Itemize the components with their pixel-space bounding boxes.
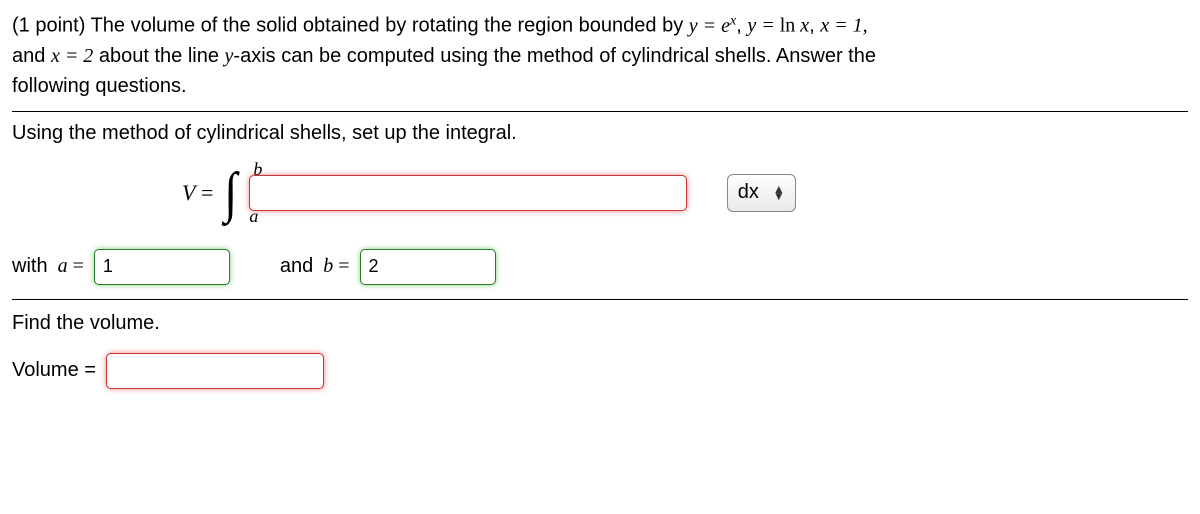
chevron-updown-icon: ▲▼ bbox=[773, 186, 785, 199]
points-label: (1 point) bbox=[12, 15, 85, 37]
divider-2 bbox=[12, 299, 1188, 300]
integral-row: V = ∫ b a dx ▲▼ bbox=[12, 165, 1188, 221]
part1-instruction: Using the method of cylindrical shells, … bbox=[12, 122, 1188, 145]
part2-instruction: Find the volume. bbox=[12, 312, 1188, 335]
divider bbox=[12, 111, 1188, 112]
volume-label: Volume = bbox=[12, 359, 96, 382]
b-input[interactable] bbox=[360, 249, 496, 285]
integrand-input[interactable] bbox=[249, 175, 687, 211]
volume-input[interactable] bbox=[106, 353, 324, 389]
differential-select[interactable]: dx ▲▼ bbox=[727, 174, 796, 212]
a-input[interactable] bbox=[94, 249, 230, 285]
problem-statement: (1 point) The volume of the solid obtain… bbox=[12, 10, 1188, 101]
integral-symbol: ∫ b a bbox=[223, 165, 238, 221]
bounds-row: with a = and b = bbox=[12, 249, 1188, 285]
volume-row: Volume = bbox=[12, 353, 1188, 389]
